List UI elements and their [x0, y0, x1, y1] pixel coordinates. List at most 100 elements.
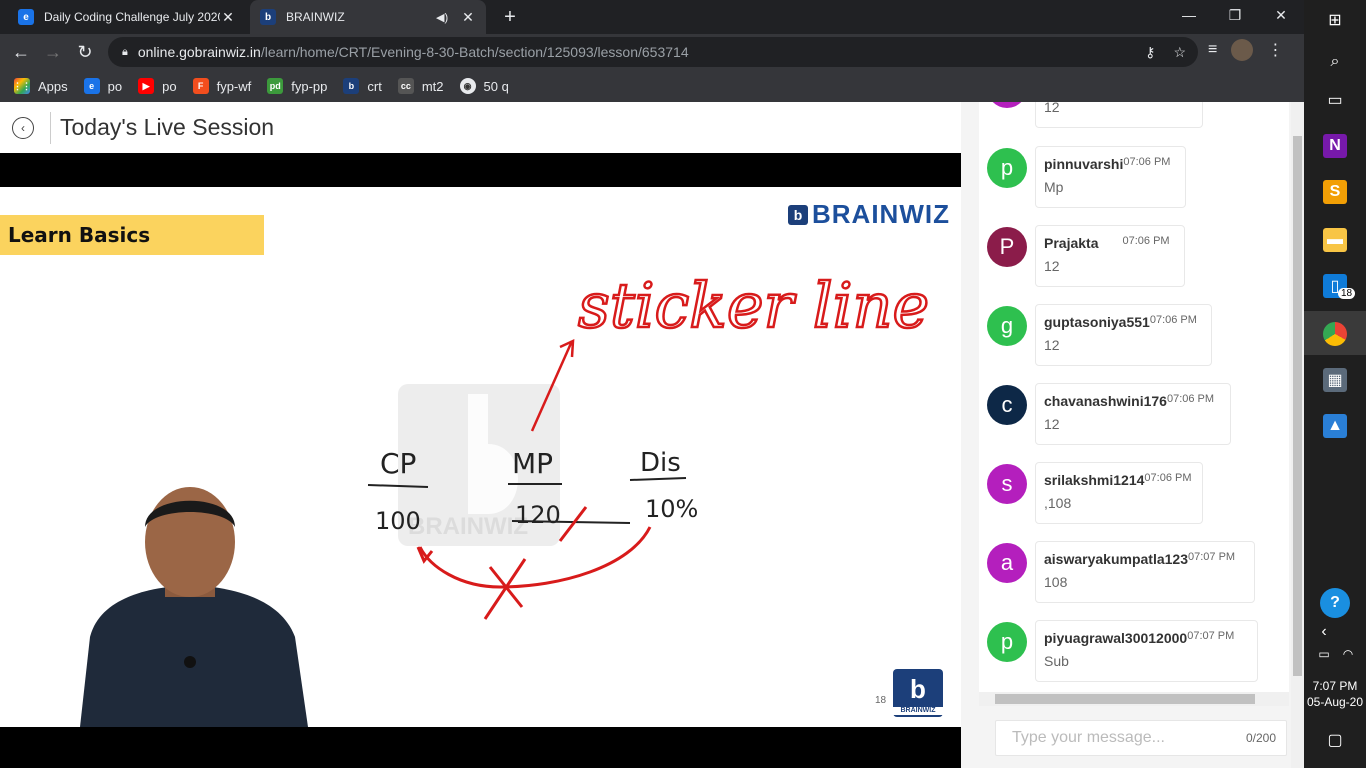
bookmark-fyp-wf[interactable]: F fyp-wf — [192, 78, 252, 94]
profile-avatar[interactable] — [1231, 39, 1254, 61]
bookmark-label: mt2 — [421, 78, 444, 94]
battery-icon[interactable]: ▭ — [1312, 642, 1336, 666]
horizontal-scrollbar[interactable] — [979, 692, 1289, 706]
clock-time: 7:07 PM — [1312, 679, 1358, 693]
notification-center-icon[interactable]: ▢ — [1323, 728, 1347, 752]
message-bubble: 12 — [1035, 102, 1203, 128]
chat-message-list[interactable]: 12 p pinnuvarshi07:06 PM Mp P Prajakta 07… — [979, 102, 1289, 692]
vertical-scrollbar[interactable] — [1291, 102, 1304, 768]
menu-kebab-icon[interactable]: ⋮ — [1267, 40, 1283, 60]
user-avatar: a — [987, 543, 1027, 583]
bookmark-label: fyp-pp — [291, 78, 328, 94]
back-arrow-icon[interactable]: ← — [8, 39, 34, 65]
speaker-icon[interactable]: ◀) — [436, 11, 452, 24]
chevron-left-icon[interactable]: ‹ — [1312, 620, 1336, 644]
message-bubble: srilakshmi121407:06 PM ,108 — [1035, 462, 1203, 524]
message-header: chavanashwini17607:06 PM — [1044, 393, 1222, 409]
minimize-button[interactable]: — — [1166, 0, 1212, 30]
chrome-icon[interactable] — [1323, 322, 1347, 346]
task-view-icon[interactable]: ▭ — [1323, 88, 1347, 112]
bookmark-po-2[interactable]: ▶ po — [138, 78, 177, 94]
message-text: 12 — [1044, 416, 1060, 432]
media-control-icon[interactable]: ≡ — [1208, 41, 1217, 59]
bookmark-50q[interactable]: ◉ 50 q — [459, 78, 509, 94]
handwriting-dis: Dis — [640, 448, 681, 478]
windows-start-icon[interactable]: ⊞ — [1323, 8, 1347, 32]
bookmark-fyp-pp[interactable]: pd fyp-pp — [267, 78, 327, 94]
handwriting-mp-value: 120 — [515, 501, 561, 529]
system-clock[interactable]: 7:07 PM 05-Aug-20 — [1304, 678, 1366, 710]
message-username: chavanashwini176 — [1044, 393, 1167, 409]
photos-icon[interactable]: ▲ — [1323, 414, 1347, 438]
message-text: 12 — [1044, 337, 1060, 353]
chat-message: a aiswaryakumpatla12307:07 PM 108 — [979, 541, 1279, 603]
bookmark-crt[interactable]: b crt — [343, 78, 382, 94]
bookmark-label: fyp-wf — [216, 78, 252, 94]
message-time: 07:06 PM — [1149, 314, 1197, 326]
help-icon[interactable]: ? — [1320, 588, 1350, 618]
reload-icon[interactable]: ↻ — [72, 39, 98, 65]
cc-icon: cc — [397, 78, 414, 94]
chat-message: s srilakshmi121407:06 PM ,108 — [979, 462, 1279, 524]
browser-toolbar: ← → ↻ 🔒︎ online.gobrainwiz.in/learn/home… — [0, 34, 1304, 70]
calculator-icon[interactable]: ▦ — [1323, 368, 1347, 392]
handwriting-layer: sticker line CP 100 MP 120 Dis 10% — [367, 268, 930, 620]
file-explorer-icon[interactable]: ▬ — [1323, 228, 1347, 252]
sublime-icon[interactable]: S — [1323, 180, 1347, 204]
user-avatar — [987, 102, 1027, 108]
bookmark-label: po — [162, 78, 177, 94]
youtube-icon: ▶ — [138, 78, 155, 94]
message-text: Mp — [1044, 179, 1064, 195]
key-icon[interactable]: ⚷ — [1145, 44, 1155, 61]
address-bar[interactable]: 🔒︎ online.gobrainwiz.in/learn/home/CRT/E… — [108, 37, 1198, 67]
chat-panel: 12 p pinnuvarshi07:06 PM Mp P Prajakta 07… — [961, 102, 1304, 768]
user-avatar: s — [987, 464, 1027, 504]
star-icon[interactable]: ☆ — [1173, 44, 1186, 61]
message-header: piyuagrawal3001200007:07 PM — [1044, 630, 1249, 646]
close-window-button[interactable]: ✕ — [1258, 0, 1304, 30]
tab-close-icon[interactable]: ✕ — [460, 9, 476, 26]
scrollbar-thumb[interactable] — [995, 694, 1255, 704]
video-player[interactable]: Learn Basics b BRAINWIZ BRAINWIZ sticker… — [0, 153, 961, 768]
tab-close-icon[interactable]: ✕ — [220, 9, 236, 26]
onenote-icon[interactable]: N — [1323, 134, 1347, 158]
message-time: 07:06 PM — [1166, 393, 1215, 405]
bookmark-mt2[interactable]: cc mt2 — [397, 78, 444, 94]
bookmark-po-1[interactable]: e po — [83, 78, 122, 94]
edge-e-icon: e — [18, 9, 34, 25]
scrollbar-thumb[interactable] — [1293, 136, 1302, 676]
chat-input-box[interactable]: 0/200 — [995, 720, 1287, 756]
user-avatar: p — [987, 148, 1027, 188]
message-header: Prajakta 07:06 PM — [1044, 235, 1176, 251]
message-username: pinnuvarshi — [1044, 156, 1124, 172]
message-time: 07:07 PM — [1187, 630, 1235, 642]
back-circle-icon[interactable]: ‹ — [12, 116, 34, 139]
tab-daily-coding[interactable]: e Daily Coding Challenge July 2020 ✕ — [8, 0, 246, 34]
forward-arrow-icon[interactable]: → — [40, 39, 66, 65]
tab-brainwiz[interactable]: b BRAINWIZ ◀) ✕ — [250, 0, 486, 34]
message-time: 07:07 PM — [1187, 551, 1236, 563]
globe-icon: ◉ — [459, 78, 476, 94]
message-time: 07:06 PM — [1122, 235, 1170, 247]
new-tab-button[interactable]: + — [498, 5, 522, 29]
url-domain: online.gobrainwiz.in — [137, 44, 261, 60]
slide-number: 18 — [875, 695, 887, 706]
lock-icon: 🔒︎ — [122, 45, 128, 58]
maximize-button[interactable]: ❐ — [1212, 0, 1258, 30]
browser-window: e Daily Coding Challenge July 2020 ✕ b B… — [0, 0, 1304, 768]
notification-badge: 18 — [1338, 288, 1356, 299]
bookmark-label: Apps — [38, 78, 68, 94]
tab-title: BRAINWIZ — [286, 10, 345, 24]
chat-message: g guptasoniya55107:06 PM 12 — [979, 304, 1279, 366]
handwriting-cp-value: 100 — [375, 507, 421, 535]
tab-title: Daily Coding Challenge July 2020 — [44, 10, 220, 24]
tab-strip: e Daily Coding Challenge July 2020 ✕ b B… — [0, 0, 1304, 34]
search-icon[interactable]: ⌕ — [1323, 50, 1347, 74]
chat-message-input[interactable] — [1012, 729, 1232, 747]
char-counter: 0/200 — [1245, 731, 1276, 745]
user-avatar: p — [987, 622, 1027, 662]
message-username: aiswaryakumpatla123 — [1044, 551, 1188, 567]
wifi-icon[interactable]: ◠ — [1336, 642, 1360, 666]
clock-date: 05-Aug-20 — [1306, 695, 1364, 709]
bookmark-apps[interactable]: ⋮⋮ Apps — [13, 78, 68, 94]
